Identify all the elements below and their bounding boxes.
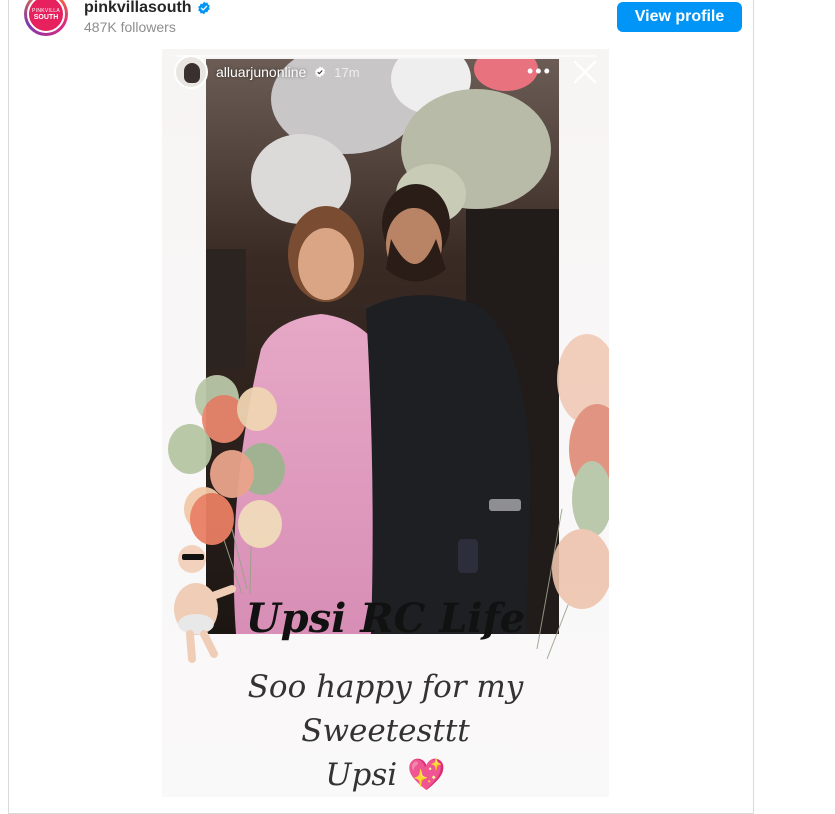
verified-badge-icon <box>197 1 210 15</box>
heart-emoji-icon: 💖 <box>407 757 446 793</box>
caption-line-2: Sweetesttt <box>301 713 470 749</box>
caption-line-3-text: Upsi <box>325 757 398 793</box>
story-more-options-icon[interactable]: ••• <box>527 61 552 82</box>
close-icon[interactable] <box>572 59 598 85</box>
follower-count: 487K followers <box>84 19 176 35</box>
story-header: alluarjunonline 17m <box>174 55 360 89</box>
story-avatar[interactable] <box>174 55 208 89</box>
profile-username[interactable]: pinkvillasouth <box>84 0 192 17</box>
caption-line-1: Soo happy for my <box>247 669 524 705</box>
story-caption-text: Soo happy for my Sweetesttt Upsi 💖 <box>162 665 609 797</box>
caption-line-3: Upsi 💖 <box>162 753 609 797</box>
avatar-logo-text-bottom: SOUTH <box>33 13 59 21</box>
story-frame: alluarjunonline 17m ••• Upsi RC Life Soo… <box>162 49 609 797</box>
story-verified-icon <box>315 66 326 78</box>
story-username[interactable]: alluarjunonline <box>216 64 306 80</box>
story-timestamp: 17m <box>334 64 360 80</box>
story-caption-title: Upsi RC Life <box>245 595 526 642</box>
view-profile-button[interactable]: View profile <box>617 2 742 32</box>
profile-username-row: pinkvillasouth <box>84 0 211 17</box>
avatar-logo: PINKVILLA SOUTH <box>27 0 65 33</box>
